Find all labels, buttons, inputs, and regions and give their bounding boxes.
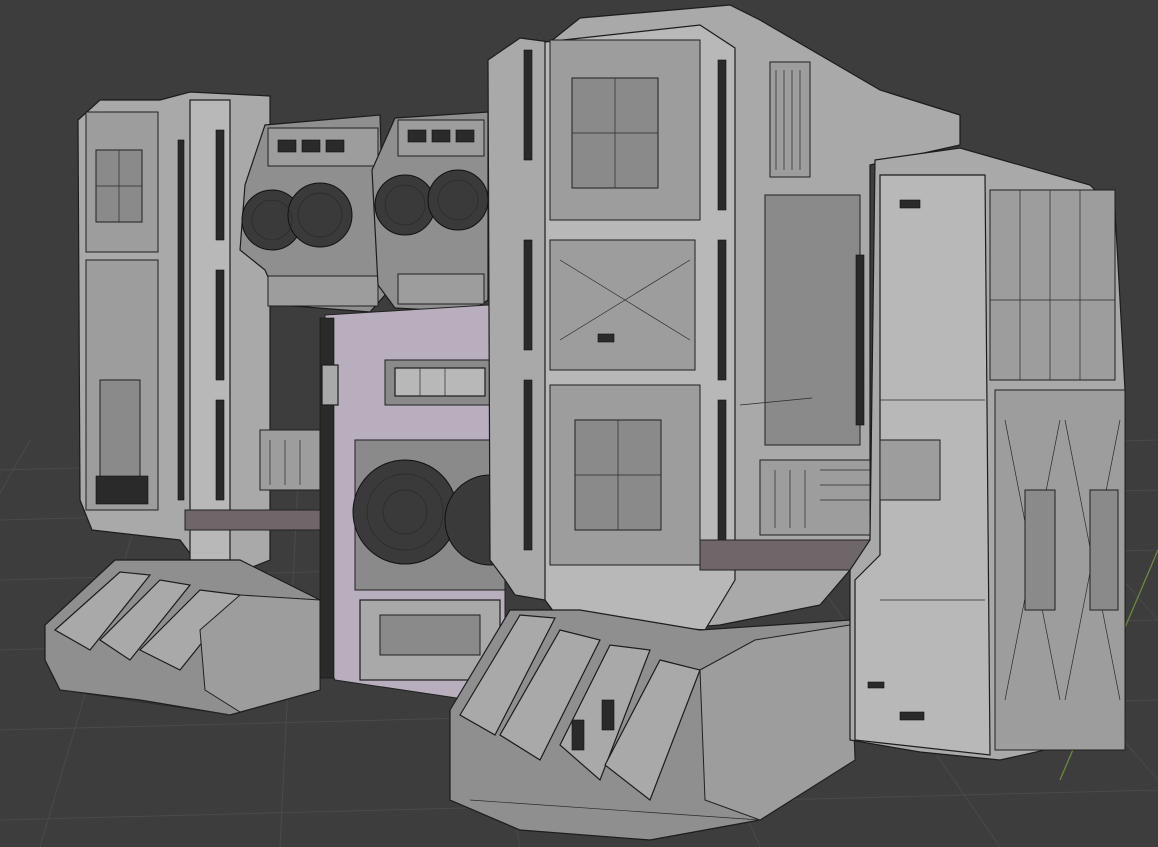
3d-viewport[interactable] <box>0 0 1158 847</box>
fan-housing-center[interactable] <box>371 111 489 313</box>
right-side-cabinet[interactable] <box>849 147 1126 761</box>
fan-icon <box>287 182 353 248</box>
fan-icon <box>352 459 458 565</box>
viewport-canvas[interactable] <box>0 0 1158 847</box>
fan-icon <box>374 174 436 236</box>
fan-icon <box>427 169 489 231</box>
